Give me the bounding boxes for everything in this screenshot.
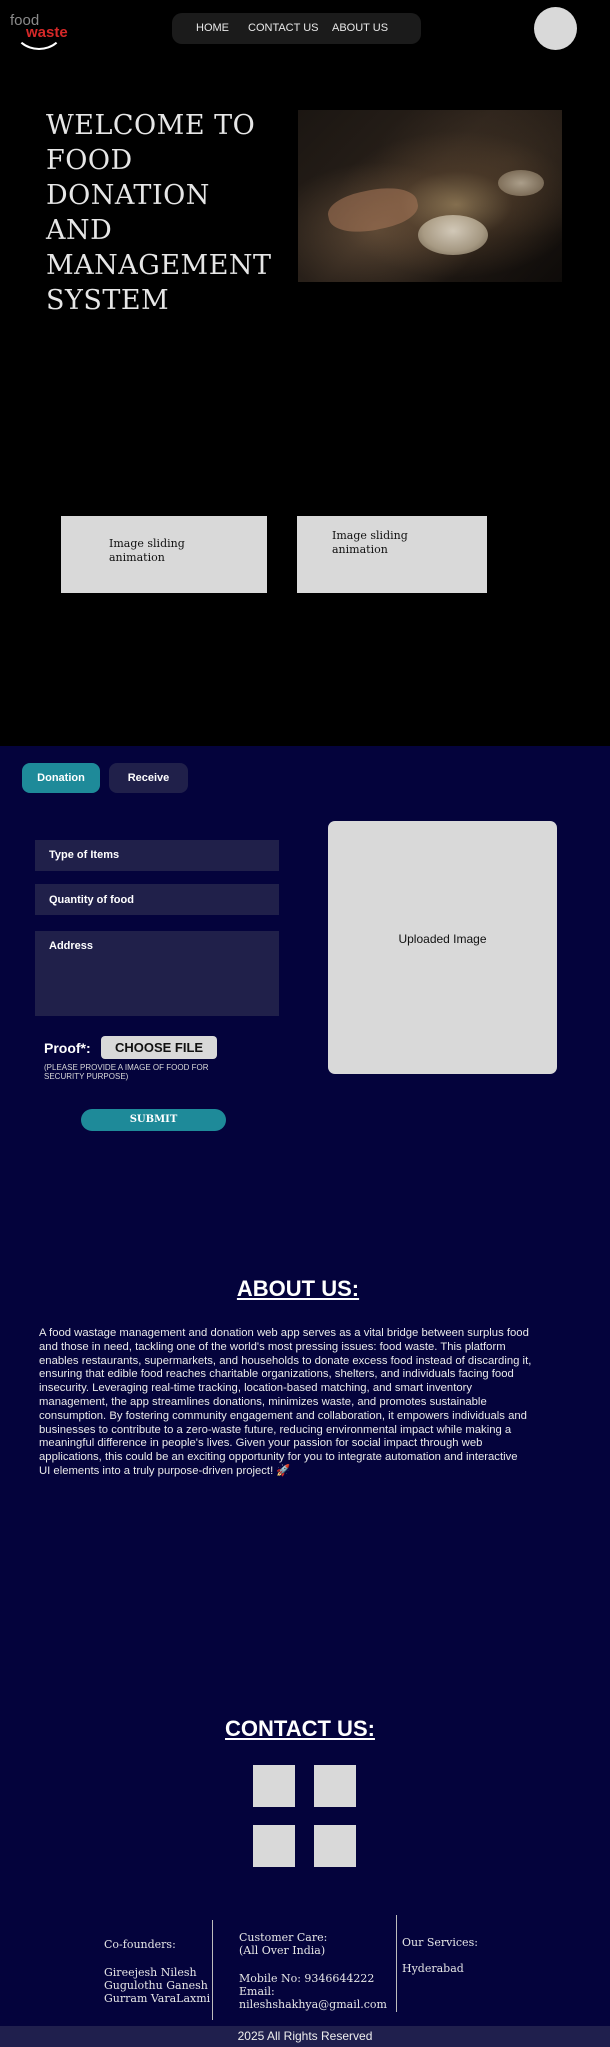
customer-care: Customer Care: (All Over India) bbox=[239, 1931, 327, 1957]
email-link[interactable]: nileshshakhya@gmail.com bbox=[239, 1998, 387, 2011]
choose-file-button[interactable]: CHOOSE FILE bbox=[101, 1036, 217, 1059]
proof-note-line: SECURITY PURPOSE) bbox=[44, 1072, 129, 1081]
about-paragraph: A food wastage management and donation w… bbox=[39, 1327, 574, 1479]
about-line: meaningful difference in people's lives.… bbox=[39, 1437, 483, 1450]
uploaded-image-label: Uploaded Image bbox=[398, 932, 487, 946]
hero-title-line: WELCOME TO bbox=[46, 110, 256, 141]
field-placeholder: Address bbox=[49, 940, 94, 952]
hero-title-line: AND bbox=[46, 215, 113, 246]
copyright-bar: 2025 All Rights Reserved bbox=[0, 2026, 610, 2047]
tab-donation[interactable]: Donation bbox=[22, 763, 100, 793]
image-hand-shape bbox=[324, 181, 422, 239]
about-line: businesses to contribute to a zero-waste… bbox=[39, 1423, 512, 1436]
submit-button[interactable]: SUBMIT bbox=[81, 1109, 226, 1131]
services-title: Our Services: bbox=[402, 1936, 478, 1949]
email-label: Email: bbox=[239, 1985, 275, 1998]
proof-note-line: (PLEASE PROVIDE A IMAGE OF FOOD FOR bbox=[44, 1063, 209, 1072]
top-nav: HOME CONTACT US ABOUT US bbox=[172, 13, 421, 44]
footer-divider bbox=[396, 1915, 397, 2012]
type-of-items-field[interactable]: Type of Items bbox=[35, 840, 279, 871]
mobile-number: Mobile No: 9346644222 bbox=[239, 1972, 375, 1985]
care-subtitle: (All Over India) bbox=[239, 1944, 326, 1957]
nav-contact-us[interactable]: CONTACT US bbox=[248, 22, 319, 34]
proof-note: (PLEASE PROVIDE A IMAGE OF FOOD FOR SECU… bbox=[44, 1063, 208, 1081]
field-placeholder: Quantity of food bbox=[49, 894, 134, 906]
hero-food-image bbox=[298, 110, 562, 282]
about-line: ensuring that edible food reaches charit… bbox=[39, 1368, 514, 1381]
care-contact: Mobile No: 9346644222 Email: nileshshakh… bbox=[239, 1972, 387, 2011]
field-placeholder: Type of Items bbox=[49, 849, 120, 861]
cofounders-list: Gireejesh Nilesh Gugulothu Ganesh Gurram… bbox=[104, 1966, 210, 2005]
cofounder-name: Gireejesh Nilesh bbox=[104, 1966, 197, 1979]
uploaded-image-preview: Uploaded Image bbox=[328, 821, 557, 1074]
slide-label: Image sliding bbox=[332, 529, 408, 542]
about-line: applications, this could be an exciting … bbox=[39, 1451, 518, 1464]
about-line: management, the app streamlines donation… bbox=[39, 1395, 487, 1408]
cofounder-name: Gugulothu Ganesh bbox=[104, 1979, 208, 1992]
social-icon[interactable] bbox=[314, 1765, 356, 1807]
about-line: insecurity. Leveraging real-time trackin… bbox=[39, 1382, 473, 1395]
social-icon[interactable] bbox=[314, 1825, 356, 1867]
quantity-field[interactable]: Quantity of food bbox=[35, 884, 279, 915]
about-line: A food wastage management and donation w… bbox=[39, 1327, 529, 1339]
about-line: enables restaurants, supermarkets, and h… bbox=[39, 1354, 532, 1367]
slide-label: Image sliding bbox=[109, 537, 185, 550]
logo-text-waste: waste bbox=[26, 24, 68, 41]
service-location: Hyderabad bbox=[402, 1962, 464, 1975]
about-line: and those in need, tackling one of the w… bbox=[39, 1340, 506, 1353]
about-line: UI elements into a truly purpose-driven … bbox=[39, 1464, 291, 1477]
about-line: consumption. By fostering community enga… bbox=[39, 1409, 527, 1422]
nav-home[interactable]: HOME bbox=[196, 22, 229, 34]
image-bowl-shape bbox=[418, 215, 488, 255]
proof-label: Proof*: bbox=[44, 1040, 91, 1056]
hero-title-line: FOOD DONATION bbox=[46, 145, 210, 211]
image-slide-right: Image sliding animation bbox=[297, 516, 487, 593]
image-slide-left: Image sliding animation bbox=[61, 516, 267, 593]
contact-heading: CONTACT US: bbox=[225, 1716, 375, 1741]
care-title: Customer Care: bbox=[239, 1931, 328, 1944]
hero-title-line: SYSTEM bbox=[46, 285, 170, 316]
profile-avatar[interactable] bbox=[534, 7, 577, 50]
cofounder-name: Gurram VaraLaxmi bbox=[104, 1992, 211, 2005]
footer-divider bbox=[212, 1920, 213, 2020]
slide-label: animation bbox=[109, 551, 165, 564]
hero-title: WELCOME TO FOOD DONATION AND MANAGEMENT … bbox=[46, 108, 296, 318]
social-icon[interactable] bbox=[253, 1765, 295, 1807]
slide-label: animation bbox=[332, 543, 388, 556]
social-icon[interactable] bbox=[253, 1825, 295, 1867]
address-field[interactable]: Address bbox=[35, 931, 279, 1016]
logo[interactable]: food waste bbox=[10, 6, 80, 50]
about-heading: ABOUT US: bbox=[236, 1276, 360, 1301]
cofounders-title: Co-founders: bbox=[104, 1938, 176, 1951]
hero-title-line: MANAGEMENT bbox=[46, 250, 272, 281]
nav-about-us[interactable]: ABOUT US bbox=[332, 22, 388, 34]
tab-receive[interactable]: Receive bbox=[109, 763, 188, 793]
image-bowl-shape bbox=[498, 170, 544, 196]
